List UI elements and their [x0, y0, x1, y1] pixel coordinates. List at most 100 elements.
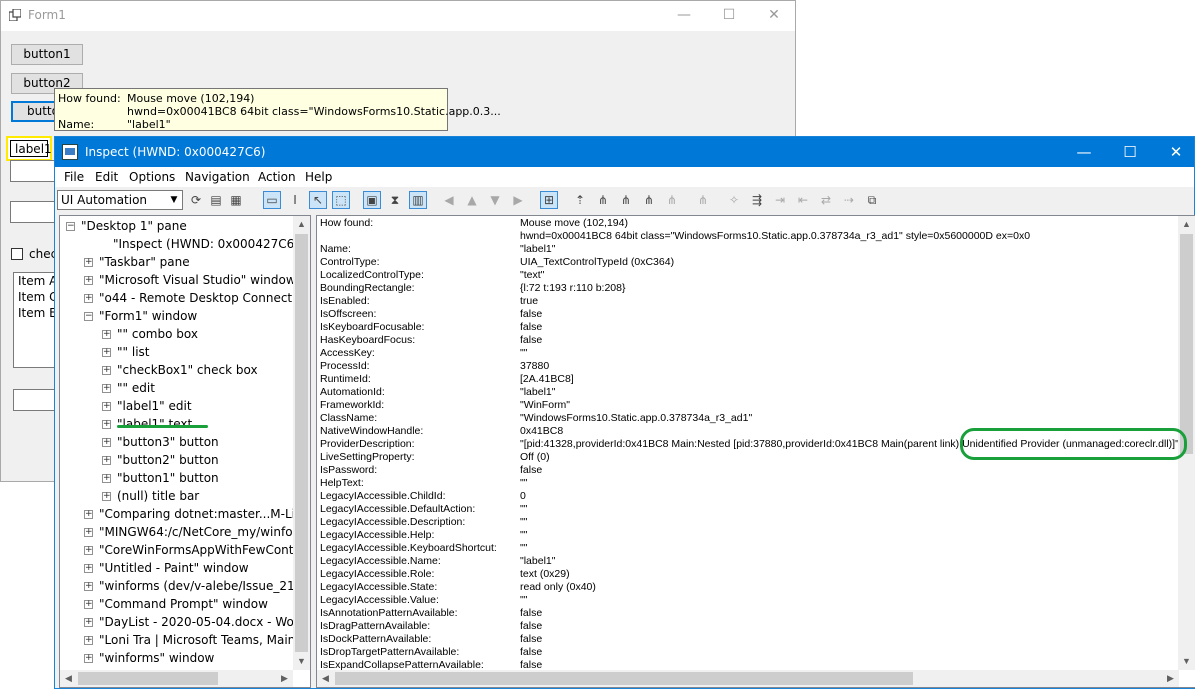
form1-titlebar[interactable]: Form1 — ☐ ✕ — [1, 1, 795, 31]
action-expand-icon[interactable]: ⇥ — [771, 191, 789, 209]
nav-parent-icon[interactable]: ⇡ — [571, 191, 589, 209]
scroll-thumb[interactable] — [295, 234, 308, 652]
expand-icon[interactable]: + — [84, 582, 93, 591]
expand-icon[interactable]: + — [84, 654, 93, 663]
expand-icon[interactable]: + — [102, 384, 111, 393]
props-horizontal-scrollbar[interactable]: ◀ ▶ — [317, 670, 1179, 687]
action-toggle-icon[interactable]: ⇄ — [817, 191, 835, 209]
expand-icon[interactable]: + — [102, 474, 111, 483]
menu-file[interactable]: File — [64, 170, 84, 184]
menu-navigation[interactable]: Navigation — [185, 170, 250, 184]
action-scroll-icon[interactable]: ⇢ — [840, 191, 858, 209]
inspect-titlebar[interactable]: Inspect (HWND: 0x000427C6) — ☐ ✕ — [55, 137, 1194, 167]
expand-icon[interactable]: + — [84, 510, 93, 519]
button1[interactable]: button1 — [11, 44, 83, 65]
expand-icon[interactable]: + — [102, 420, 111, 429]
property-name: AutomationId: — [320, 386, 385, 398]
nav-down-icon[interactable]: ▼ — [486, 191, 504, 209]
property-name: LegacyIAccessible.ChildId: — [320, 490, 446, 502]
maximize-icon[interactable]: ☐ — [709, 3, 749, 29]
refresh-icon[interactable]: ⟳ — [187, 191, 205, 209]
green-circle-annotation — [960, 428, 1187, 460]
scroll-right-icon[interactable]: ▶ — [276, 670, 293, 687]
scroll-down-icon[interactable]: ▼ — [293, 653, 310, 670]
scroll-up-icon[interactable]: ▲ — [1178, 216, 1195, 233]
menu-action[interactable]: Action — [258, 170, 296, 184]
property-name: BoundingRectangle: — [320, 282, 415, 294]
expand-icon[interactable]: + — [102, 492, 111, 501]
expand-icon[interactable]: + — [102, 438, 111, 447]
action-default-icon[interactable]: ✧ — [725, 191, 743, 209]
collapse-icon[interactable]: − — [84, 312, 93, 321]
tree-horizontal-scrollbar[interactable]: ◀ ▶ — [60, 670, 293, 687]
collapse-icon[interactable]: − — [66, 222, 75, 231]
expand-icon[interactable]: + — [84, 276, 93, 285]
nav-next-sibling-icon[interactable]: ⋔ — [617, 191, 635, 209]
scroll-thumb[interactable] — [335, 672, 913, 685]
text-cursor-icon[interactable]: I — [286, 191, 304, 209]
action-invoke-icon[interactable]: ⇶ — [748, 191, 766, 209]
checkbox1[interactable] — [11, 248, 23, 260]
expand-icon[interactable]: + — [84, 294, 93, 303]
watch-focus-icon[interactable]: ⬚ — [332, 191, 350, 209]
tree-item-label: "Comparing dotnet:master...M-Lipin" wind… — [99, 507, 311, 521]
scroll-down-icon[interactable]: ▼ — [1178, 653, 1195, 670]
nav-last-child-icon[interactable]: ⋔ — [663, 191, 681, 209]
nav-left-icon[interactable]: ◀ — [440, 191, 458, 209]
scroll-up-icon[interactable]: ▲ — [293, 216, 310, 233]
tree-vertical-scrollbar[interactable]: ▲ ▼ — [293, 216, 310, 670]
property-value: false — [520, 607, 543, 619]
expand-icon[interactable]: + — [102, 366, 111, 375]
close-icon[interactable]: ✕ — [754, 3, 794, 29]
nav-right-icon[interactable]: ▶ — [509, 191, 527, 209]
menu-edit[interactable]: Edit — [95, 170, 118, 184]
element-tree[interactable]: − "Desktop 1" pane "Inspect (HWND: 0x00042… — [59, 215, 311, 688]
expand-icon[interactable]: + — [84, 528, 93, 537]
minimize-icon[interactable]: — — [664, 3, 704, 29]
highlight-rect-icon[interactable]: ▭ — [263, 191, 281, 209]
nav-first-child-icon[interactable]: ⋔ — [594, 191, 612, 209]
property-name: LegacyIAccessible.KeyboardShortcut: — [320, 542, 497, 554]
property-value: Off (0) — [520, 451, 550, 463]
text-edit[interactable] — [10, 160, 60, 182]
watch-cursor-icon[interactable]: ↖ — [309, 191, 327, 209]
maximize-icon[interactable]: ☐ — [1107, 137, 1153, 167]
options-icon[interactable]: ▦ — [227, 191, 245, 209]
expand-icon[interactable]: + — [102, 330, 111, 339]
menu-options[interactable]: Options — [129, 170, 175, 184]
property-value: hwnd=0x00041BC8 64bit class="WindowsForm… — [520, 230, 1031, 242]
expand-icon[interactable]: + — [102, 456, 111, 465]
scroll-left-icon[interactable]: ◀ — [317, 670, 334, 687]
properties-icon[interactable]: ▤ — [207, 191, 225, 209]
show-tooltip-icon[interactable]: ▥ — [409, 191, 427, 209]
close-icon[interactable]: ✕ — [1153, 137, 1195, 167]
nav-prev-sibling-icon[interactable]: ⋔ — [640, 191, 658, 209]
property-value: "" — [520, 516, 528, 528]
scroll-thumb[interactable] — [78, 672, 218, 685]
expand-icon[interactable]: + — [102, 402, 111, 411]
chevron-down-icon[interactable]: ▼ — [166, 191, 182, 209]
combo-box[interactable] — [10, 201, 60, 223]
action-copy-icon[interactable]: ⧉ — [863, 191, 881, 209]
nav-root-icon[interactable]: ⋔ — [694, 191, 712, 209]
expand-icon[interactable]: + — [84, 564, 93, 573]
show-highlight-icon[interactable]: ▣ — [363, 191, 381, 209]
scroll-left-icon[interactable]: ◀ — [60, 670, 77, 687]
expand-icon[interactable]: + — [84, 546, 93, 555]
scroll-thumb[interactable] — [1180, 234, 1193, 454]
expand-icon[interactable]: + — [84, 258, 93, 267]
menu-help[interactable]: Help — [305, 170, 332, 184]
expand-icon[interactable]: + — [102, 348, 111, 357]
expand-icon[interactable]: + — [84, 636, 93, 645]
tree-item-label: "o44 - Remote Desktop Connection" window — [99, 291, 311, 305]
watch-tooltip-icon[interactable]: ⧗ — [386, 191, 404, 209]
action-collapse-icon[interactable]: ⇤ — [794, 191, 812, 209]
minimize-icon[interactable]: — — [1061, 137, 1107, 167]
expand-icon[interactable]: + — [84, 600, 93, 609]
nav-up-icon[interactable]: ▲ — [463, 191, 481, 209]
scroll-right-icon[interactable]: ▶ — [1162, 670, 1179, 687]
tree-view-icon[interactable]: ⊞ — [540, 191, 558, 209]
expand-icon[interactable]: + — [84, 618, 93, 627]
mode-combo[interactable]: UI Automation ▼ — [57, 190, 183, 210]
tree-item-label: "button3" button — [117, 435, 219, 449]
